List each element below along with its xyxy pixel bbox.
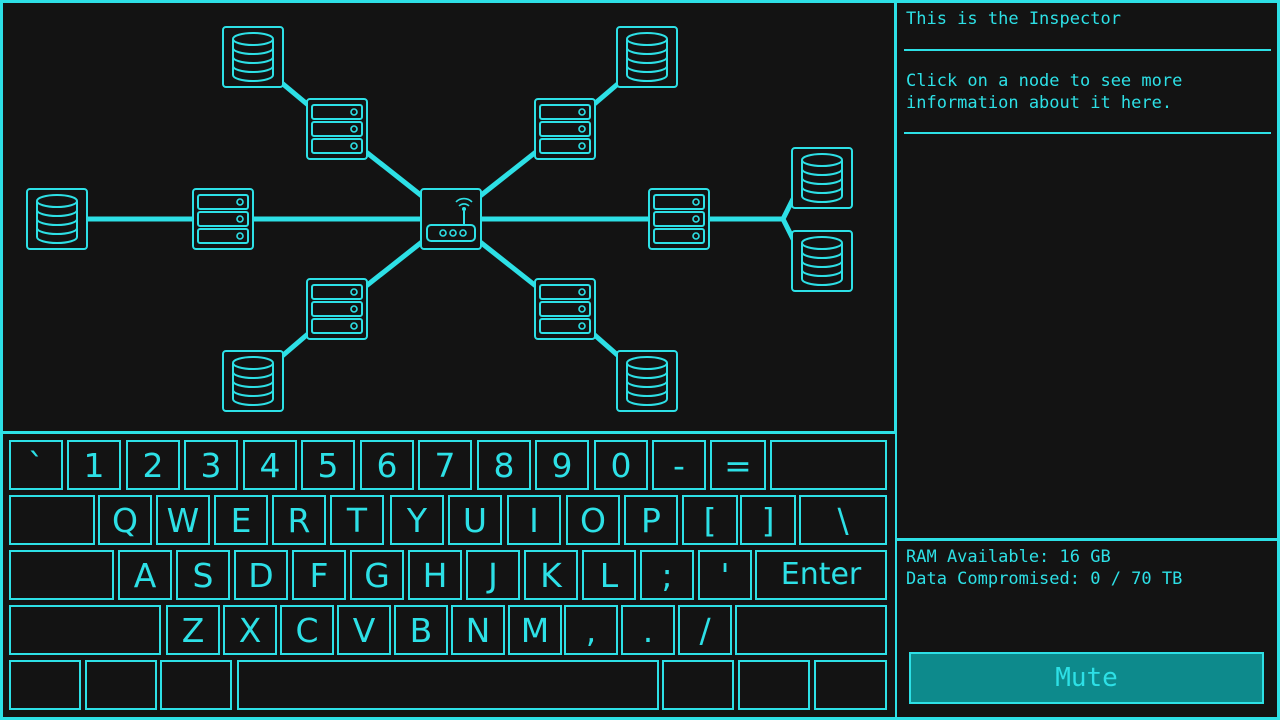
key-4[interactable]: 4: [243, 440, 297, 490]
database-node-left[interactable]: [26, 188, 88, 250]
key-o[interactable]: O: [566, 495, 620, 545]
key-c[interactable]: C: [280, 605, 334, 655]
key-shift-left[interactable]: [9, 605, 161, 655]
key-j[interactable]: J: [466, 550, 520, 600]
server-node-bottom-right[interactable]: [534, 278, 596, 340]
key-c61[interactable]: =: [710, 440, 766, 490]
key-x[interactable]: X: [223, 605, 277, 655]
network-map: [26, 26, 853, 412]
key-9[interactable]: 9: [535, 440, 589, 490]
server-node-left[interactable]: [192, 188, 254, 250]
database-node-right-lower[interactable]: [791, 230, 853, 292]
key-u[interactable]: U: [448, 495, 502, 545]
key-v[interactable]: V: [337, 605, 391, 655]
key-c44[interactable]: ,: [564, 605, 618, 655]
key-modifier-6[interactable]: [814, 660, 887, 710]
key-a[interactable]: A: [118, 550, 172, 600]
key-modifier-0[interactable]: [9, 660, 81, 710]
database-node-bottom-right[interactable]: [616, 350, 678, 412]
key-b[interactable]: B: [394, 605, 448, 655]
key-0[interactable]: 0: [594, 440, 648, 490]
key-f[interactable]: F: [292, 550, 346, 600]
key-c93[interactable]: ]: [740, 495, 796, 545]
key-1[interactable]: 1: [67, 440, 121, 490]
key-modifier-5[interactable]: [738, 660, 810, 710]
key-shift-right[interactable]: [735, 605, 887, 655]
database-node-right-upper[interactable]: [791, 147, 853, 209]
key-c96[interactable]: `: [9, 440, 63, 490]
ram-available-text: RAM Available: 16 GB: [906, 547, 1111, 567]
key-c39[interactable]: ': [698, 550, 752, 600]
key-r[interactable]: R: [272, 495, 326, 545]
key-3[interactable]: 3: [184, 440, 238, 490]
key-l[interactable]: L: [582, 550, 636, 600]
key-s[interactable]: S: [176, 550, 230, 600]
database-node-bottom-left[interactable]: [222, 350, 284, 412]
key-i[interactable]: I: [507, 495, 561, 545]
key-c92[interactable]: \: [799, 495, 887, 545]
server-node-bottom-left[interactable]: [306, 278, 368, 340]
database-node-top-left[interactable]: [222, 26, 284, 88]
inspector-title: This is the Inspector: [906, 9, 1121, 29]
key-enter[interactable]: Enter: [755, 550, 887, 600]
key-g[interactable]: G: [350, 550, 404, 600]
key-backspace[interactable]: [770, 440, 887, 490]
key-c91[interactable]: [: [682, 495, 738, 545]
key-t[interactable]: T: [330, 495, 384, 545]
network-map-panel: [0, 0, 897, 434]
key-m[interactable]: M: [508, 605, 562, 655]
mute-button[interactable]: Mute: [909, 652, 1264, 704]
key-caps-lock[interactable]: [9, 550, 114, 600]
key-k[interactable]: K: [524, 550, 578, 600]
key-modifier-4[interactable]: [662, 660, 734, 710]
key-5[interactable]: 5: [301, 440, 355, 490]
key-modifier-1[interactable]: [85, 660, 157, 710]
key-n[interactable]: N: [451, 605, 505, 655]
key-d[interactable]: D: [234, 550, 288, 600]
key-c47[interactable]: /: [678, 605, 732, 655]
server-node-top-right[interactable]: [534, 98, 596, 160]
server-node-right[interactable]: [648, 188, 710, 250]
database-node-top-right[interactable]: [616, 26, 678, 88]
key-6[interactable]: 6: [360, 440, 414, 490]
key-c59[interactable]: ;: [640, 550, 694, 600]
key-p[interactable]: P: [624, 495, 678, 545]
key-8[interactable]: 8: [477, 440, 531, 490]
key-c45[interactable]: -: [652, 440, 706, 490]
inspector-help-text: Click on a node to see more information …: [906, 71, 1183, 113]
key-c46[interactable]: .: [621, 605, 675, 655]
key-tab[interactable]: [9, 495, 95, 545]
key-space[interactable]: [237, 660, 659, 710]
key-e[interactable]: E: [214, 495, 268, 545]
key-z[interactable]: Z: [166, 605, 220, 655]
key-w[interactable]: W: [156, 495, 210, 545]
key-y[interactable]: Y: [390, 495, 444, 545]
inspector-divider-top: [904, 49, 1271, 51]
data-compromised-text: Data Compromised: 0 / 70 TB: [906, 569, 1183, 589]
key-q[interactable]: Q: [98, 495, 152, 545]
server-node-top-left[interactable]: [306, 98, 368, 160]
key-modifier-2[interactable]: [160, 660, 232, 710]
inspector-divider-bottom: [904, 132, 1271, 134]
key-7[interactable]: 7: [418, 440, 472, 490]
key-h[interactable]: H: [408, 550, 462, 600]
key-2[interactable]: 2: [126, 440, 180, 490]
router-node[interactable]: [420, 188, 482, 250]
